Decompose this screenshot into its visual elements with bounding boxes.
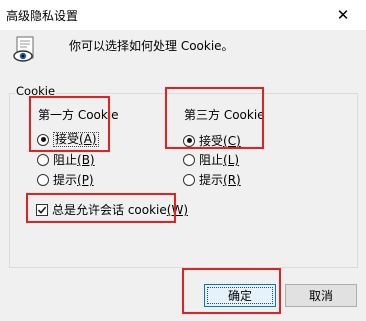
radio-unselected-icon xyxy=(183,173,195,186)
radio-selected-icon xyxy=(183,134,195,147)
first-party-prompt-label: 提示(P) xyxy=(53,173,94,187)
ok-button-label: 确定 xyxy=(207,287,273,304)
third-party-prompt-radio[interactable]: 提示(R) xyxy=(183,171,241,188)
third-party-accept-radio[interactable]: 接受(C) xyxy=(183,132,241,149)
session-cookie-label: 总是允许会话 cookie(W) xyxy=(52,203,188,217)
window-title: 高级隐私设置 xyxy=(6,9,79,23)
third-party-block-label: 阻止(L) xyxy=(199,153,240,167)
checkmark-icon xyxy=(36,203,48,216)
privacy-eye-document-icon xyxy=(13,36,34,62)
close-button[interactable]: ✕ xyxy=(320,0,366,30)
cancel-button-label: 取消 xyxy=(308,289,333,303)
cookie-group-label: Cookie xyxy=(15,84,57,98)
first-party-accept-label: 接受(A) xyxy=(53,132,99,147)
ok-button[interactable]: 确定 xyxy=(204,284,276,307)
first-party-title: 第一方 Cookie xyxy=(38,108,119,122)
title-bar: 高级隐私设置 ✕ xyxy=(0,0,366,30)
third-party-block-radio[interactable]: 阻止(L) xyxy=(183,151,239,168)
first-party-block-radio[interactable]: 阻止(B) xyxy=(37,151,95,168)
radio-unselected-icon xyxy=(37,173,49,186)
intro-text: 你可以选择如何处理 Cookie。 xyxy=(69,39,234,53)
first-party-accept-radio[interactable]: 接受(A) xyxy=(37,132,99,147)
third-party-accept-label: 接受(C) xyxy=(199,134,241,148)
first-party-block-label: 阻止(B) xyxy=(53,153,95,167)
cancel-button[interactable]: 取消 xyxy=(285,284,357,307)
radio-selected-icon xyxy=(37,133,49,146)
first-party-prompt-radio[interactable]: 提示(P) xyxy=(37,171,94,188)
radio-unselected-icon xyxy=(183,153,195,166)
third-party-title: 第三方 Cookie xyxy=(184,108,265,122)
session-cookie-checkbox[interactable]: 总是允许会话 cookie(W) xyxy=(36,201,188,218)
radio-unselected-icon xyxy=(37,153,49,166)
close-icon: ✕ xyxy=(336,6,350,24)
third-party-prompt-label: 提示(R) xyxy=(199,173,241,187)
